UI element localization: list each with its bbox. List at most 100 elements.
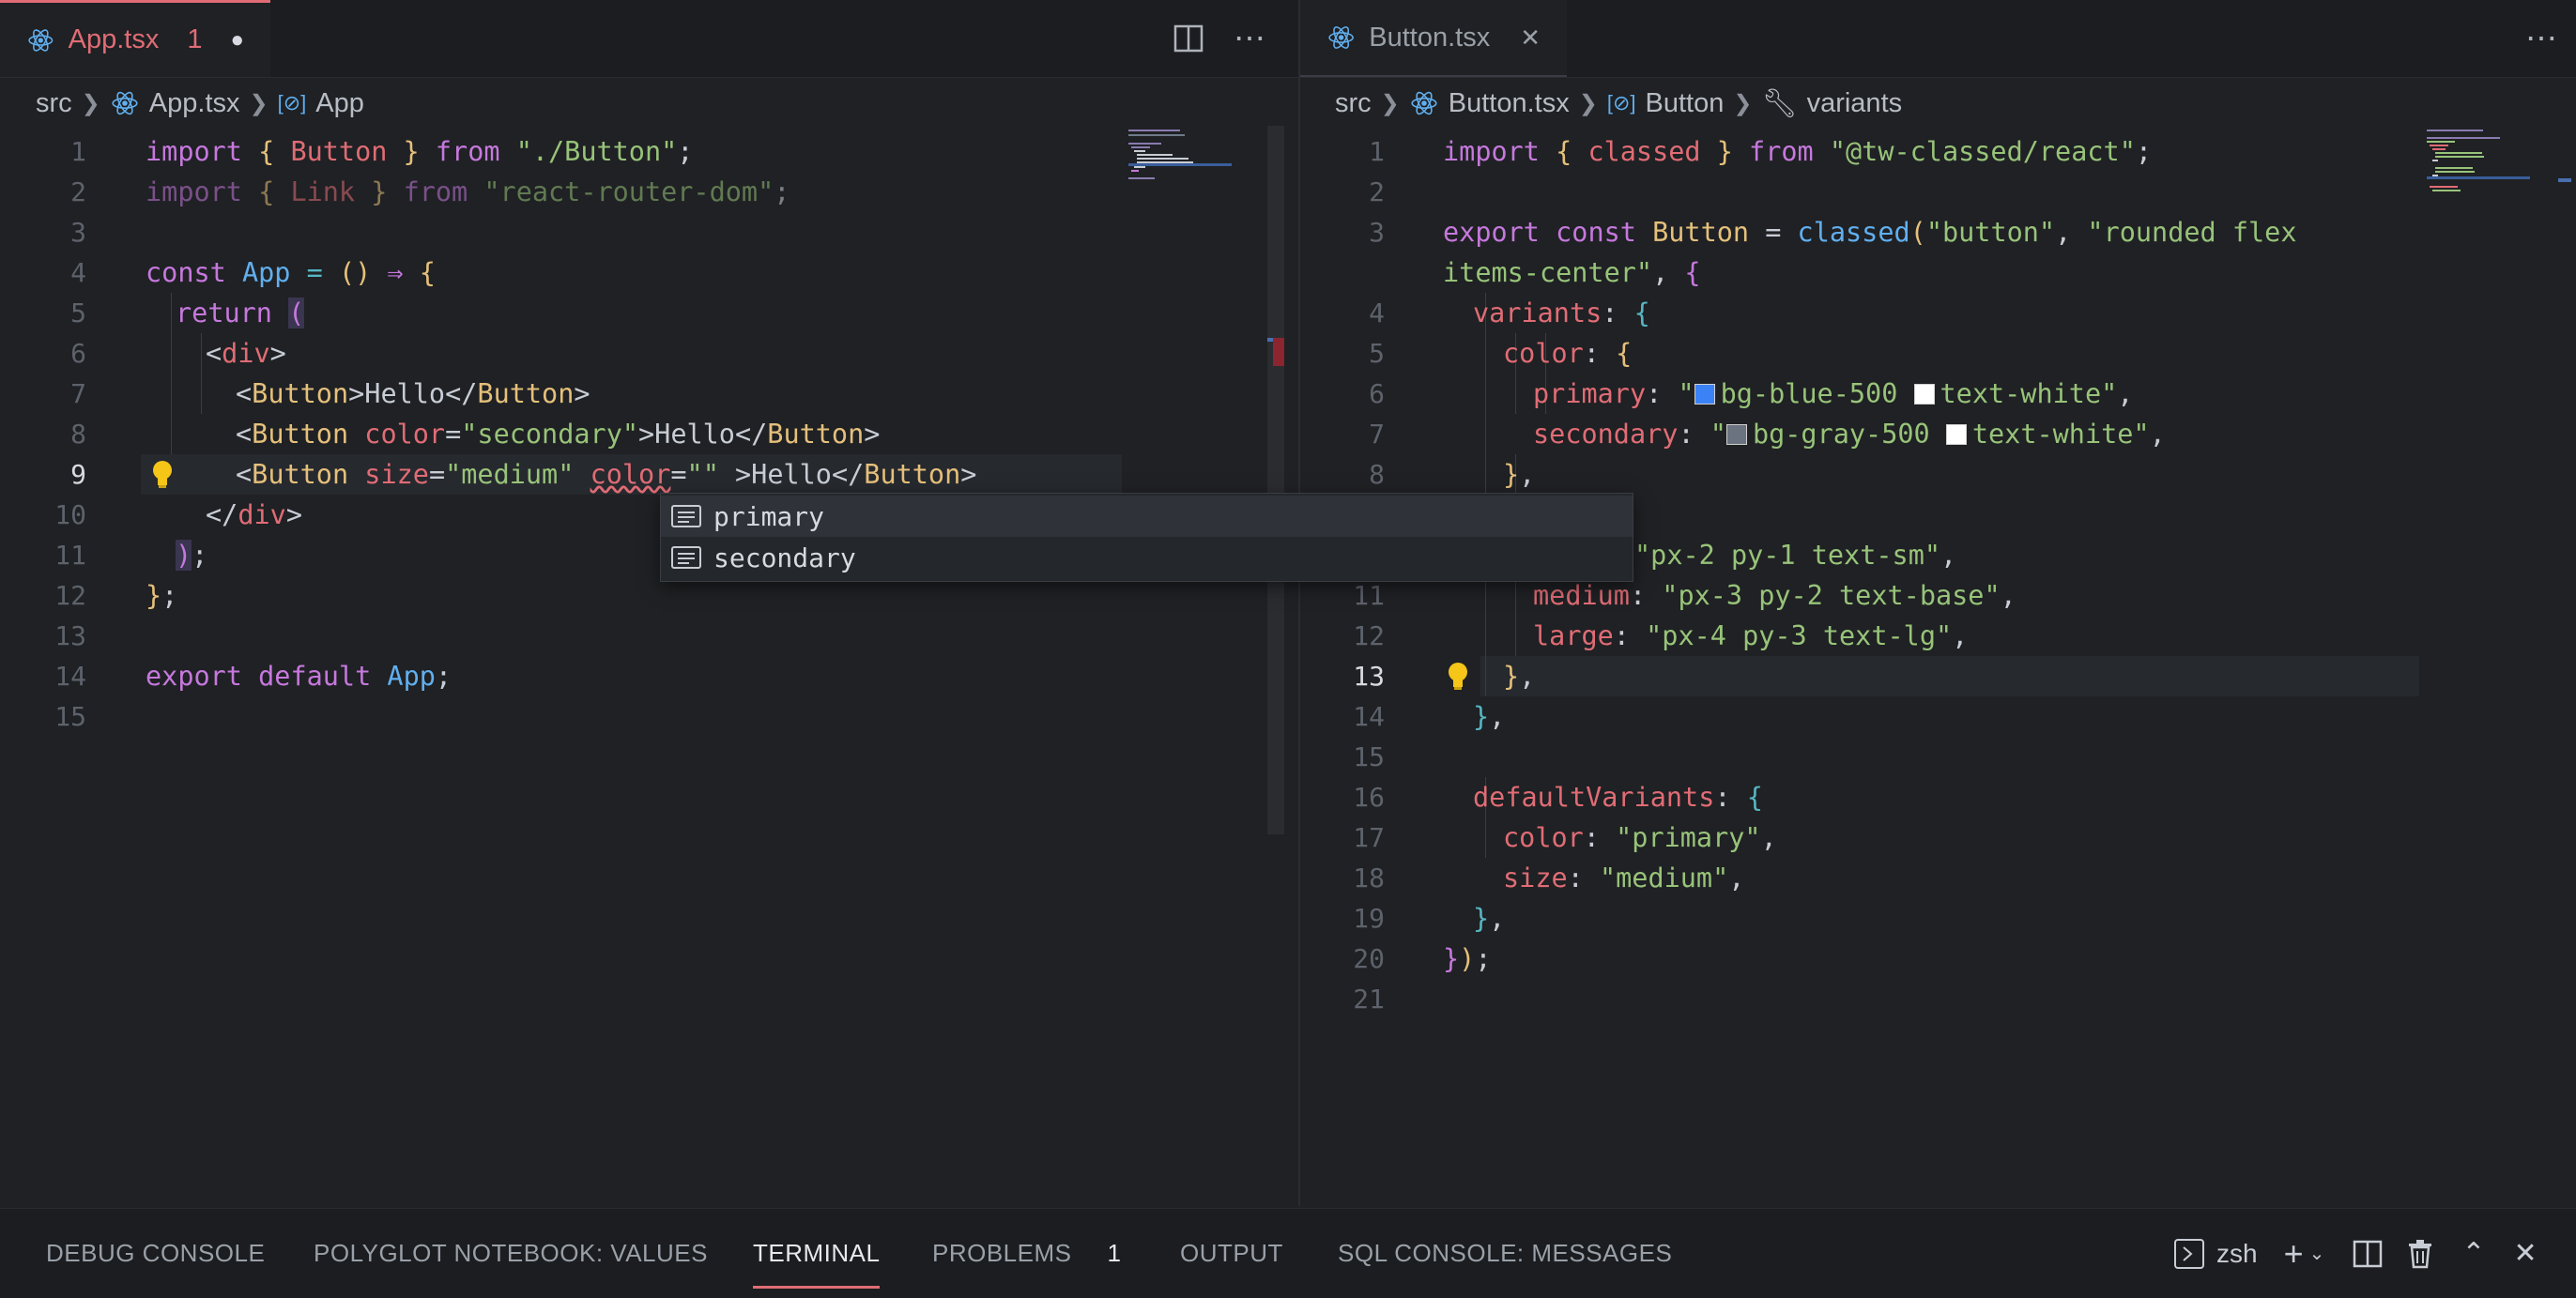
tab-label: App.tsx (68, 24, 160, 54)
tab-polyglot-notebook-values[interactable]: POLYGLOT NOTEBOOK: VALUES (314, 1209, 708, 1298)
unsaved-dot-icon[interactable]: ● (231, 27, 245, 53)
line-number: 17 (1353, 822, 1385, 853)
chevron-right-icon: ❯ (1578, 90, 1598, 116)
code-line: primary: " bg-blue-500 text-white", (1533, 378, 2134, 409)
code-line: import { classed } from "@tw-classed/rea… (1443, 136, 2153, 167)
tab-output[interactable]: OUTPUT (1180, 1209, 1283, 1298)
react-icon (28, 28, 54, 52)
tab-label: Button.tsx (1369, 22, 1491, 53)
breadcrumb-item[interactable]: variants (1807, 88, 1903, 119)
line-number: 1 (1369, 136, 1385, 167)
line-number: 13 (1353, 661, 1385, 692)
trash-icon[interactable] (2407, 1239, 2433, 1269)
line-number: 21 (1353, 984, 1385, 1015)
code-line: items-center", { (1443, 257, 1701, 288)
line-number: 18 (1353, 863, 1385, 893)
react-icon (1328, 26, 1354, 49)
line-number: 2 (1369, 176, 1385, 207)
chevron-up-icon[interactable]: ⌃ (2461, 1237, 2485, 1270)
suggestion-item-primary[interactable]: primary (661, 496, 1633, 537)
code-line: variants: { (1473, 298, 1650, 328)
code-line: }, (1503, 661, 1536, 692)
line-number: 12 (1353, 620, 1385, 651)
code-line: color: { (1503, 338, 1633, 369)
tab-app-tsx[interactable]: App.tsx 1 ● (0, 0, 270, 77)
plus-icon[interactable]: + (2284, 1234, 2304, 1274)
suggestion-label: primary (713, 500, 825, 532)
close-icon[interactable]: ✕ (2514, 1237, 2538, 1270)
breadcrumb-item[interactable]: Button (1646, 88, 1725, 119)
more-actions-icon[interactable]: ⋯ (2525, 20, 2557, 57)
line-number: 3 (1369, 217, 1385, 248)
tab-problems[interactable]: PROBLEMS 1 (932, 1209, 1121, 1298)
code-line: <Button>Hello</Button> (236, 378, 590, 409)
line-number: 7 (70, 378, 86, 409)
tab-button-tsx[interactable]: Button.tsx ✕ (1300, 0, 1567, 77)
breadcrumb-item[interactable]: App.tsx (149, 88, 240, 119)
chevron-right-icon: ❯ (81, 90, 100, 116)
vertical-scrollbar[interactable] (1267, 126, 1284, 834)
color-swatch-gray[interactable] (1725, 424, 1747, 445)
text-value-icon (671, 546, 701, 569)
left-tab-bar: App.tsx 1 ● ⋯ (0, 0, 1298, 78)
tab-sql-console-messages[interactable]: SQL CONSOLE: MESSAGES (1338, 1209, 1672, 1298)
text-value-icon (671, 505, 701, 527)
chevron-right-icon: ❯ (249, 90, 268, 116)
tab-terminal[interactable]: TERMINAL (753, 1209, 881, 1298)
minimap[interactable] (1128, 126, 1232, 210)
line-number: 15 (1353, 741, 1385, 772)
suggestion-item-secondary[interactable]: secondary (661, 537, 1633, 578)
line-number: 6 (70, 338, 86, 369)
split-editor-icon[interactable] (1173, 24, 1204, 53)
breadcrumb: src ❯ Button.tsx ❯ [⊘] Button ❯ 🔧︎ varia… (1335, 83, 1902, 124)
line-number: 15 (54, 701, 86, 732)
code-line: }; (146, 580, 178, 611)
code-line: }, (1503, 459, 1536, 490)
chevron-right-icon: ❯ (1733, 90, 1753, 116)
breadcrumb-item[interactable]: App (315, 88, 364, 119)
code-line: export const Button = classed("button", … (1443, 217, 2297, 248)
terminal-name[interactable]: zsh (2216, 1239, 2258, 1269)
line-number: 8 (70, 419, 86, 450)
code-line: <Button color="secondary">Hello</Button> (236, 419, 881, 450)
line-number: 12 (54, 580, 86, 611)
right-tab-bar: Button.tsx ✕ ⋯ (1300, 0, 2576, 78)
lightbulb-icon[interactable] (1446, 662, 1470, 692)
terminal-icon[interactable] (2173, 1238, 2205, 1270)
line-number: 4 (70, 257, 86, 288)
breadcrumb-item[interactable]: Button.tsx (1449, 88, 1570, 119)
current-line-highlight (1480, 656, 2419, 696)
wrench-icon: 🔧︎ (1761, 87, 1798, 119)
line-number: 1 (70, 136, 86, 167)
vertical-scrollbar[interactable] (2558, 126, 2571, 1205)
minimap[interactable] (2427, 126, 2530, 210)
line-number: 10 (54, 499, 86, 530)
line-number: 4 (1369, 298, 1385, 328)
close-icon[interactable]: ✕ (1520, 23, 1541, 53)
code-line: <Button size="medium" color="" >Hello</B… (236, 459, 977, 490)
line-number: 20 (1353, 943, 1385, 974)
code-line: <div> (206, 338, 286, 369)
variable-icon: [⊘] (277, 91, 307, 115)
color-swatch-white[interactable] (1945, 424, 1967, 445)
code-line: }, (1473, 701, 1506, 732)
code-line: const App = () ⇒ { (146, 257, 436, 288)
color-swatch-blue[interactable] (1694, 384, 1715, 405)
more-actions-icon[interactable]: ⋯ (1234, 20, 1265, 57)
panel-actions: zsh + ⌄ ⌃ ✕ (2173, 1209, 2538, 1298)
chevron-right-icon: ❯ (1380, 90, 1400, 116)
line-number: 13 (54, 620, 86, 651)
line-number: 8 (1369, 459, 1385, 490)
code-line: }); (1443, 943, 1492, 974)
suggestion-label: secondary (713, 542, 856, 573)
problems-count-badge: 1 (1107, 1239, 1122, 1267)
tab-debug-console[interactable]: DEBUG CONSOLE (46, 1209, 265, 1298)
breadcrumb-item[interactable]: src (1335, 88, 1372, 119)
chevron-down-icon[interactable]: ⌄ (2309, 1242, 2325, 1265)
lightbulb-icon[interactable] (150, 460, 175, 490)
right-editor-group: Button.tsx ✕ ⋯ src ❯ Button.tsx ❯ [⊘] Bu… (1300, 0, 2576, 1206)
split-terminal-icon[interactable] (2353, 1240, 2383, 1268)
right-tab-actions: ⋯ (2525, 0, 2557, 77)
breadcrumb-item[interactable]: src (36, 88, 72, 119)
color-swatch-white[interactable] (1913, 384, 1935, 405)
